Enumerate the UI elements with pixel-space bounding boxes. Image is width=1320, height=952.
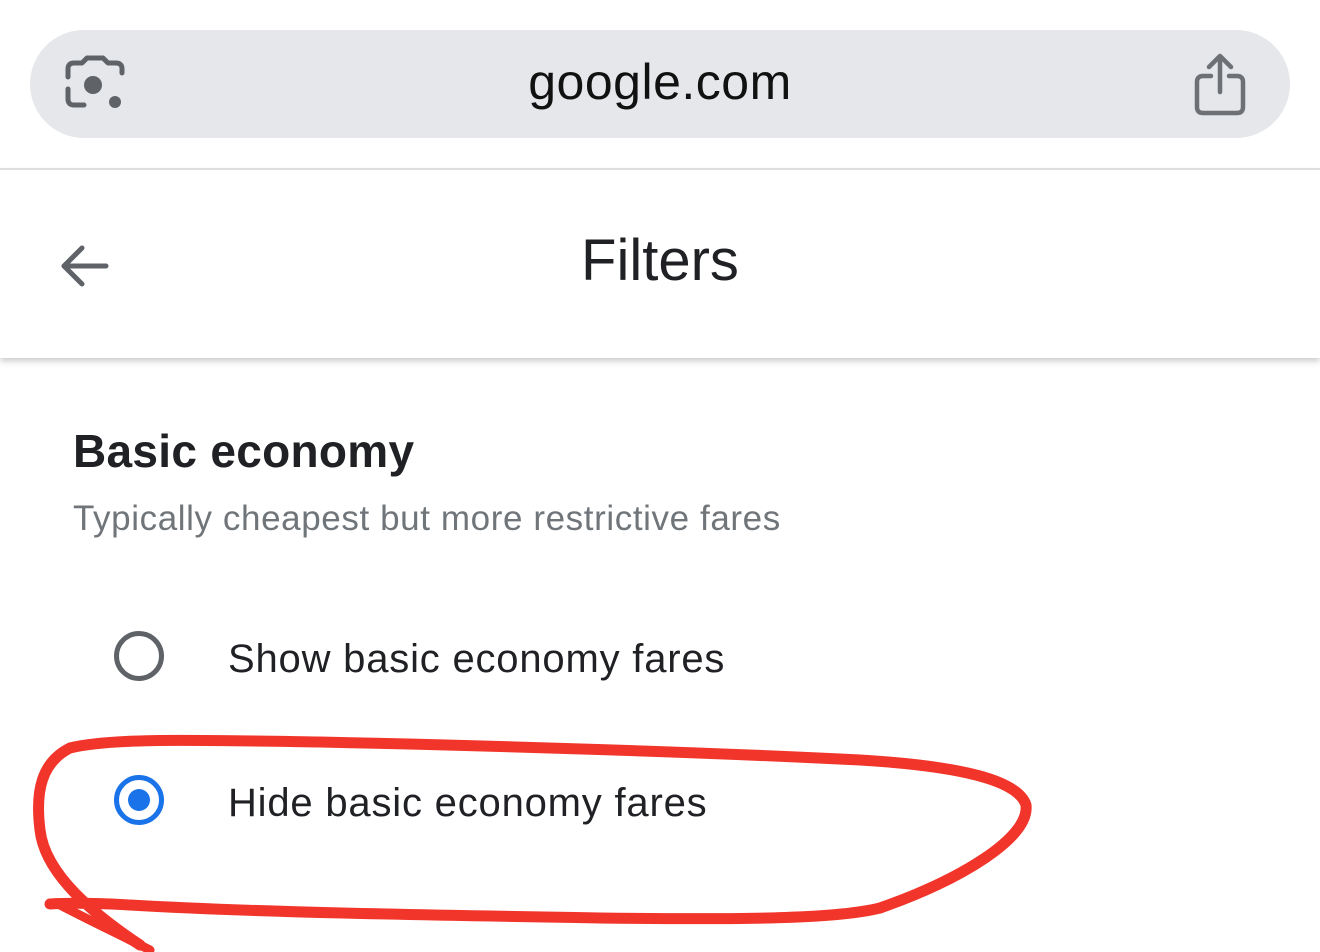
- radio-label: Hide basic economy fares: [228, 781, 708, 825]
- radio-selected-icon[interactable]: [114, 775, 164, 825]
- browser-toolbar: google.com: [0, 0, 1320, 170]
- share-icon[interactable]: [1193, 52, 1247, 116]
- radio-label: Show basic economy fares: [228, 637, 726, 681]
- url-text[interactable]: google.com: [0, 52, 1320, 112]
- section-subtitle: Typically cheapest but more restrictive …: [73, 499, 781, 538]
- show-basic-economy-option[interactable]: Show basic economy fares: [100, 612, 1040, 708]
- filters-header: Filters: [0, 170, 1320, 358]
- page: google.com Filters Basic economy Typical…: [0, 0, 1320, 952]
- radio-dot: [128, 789, 150, 811]
- page-title: Filters: [581, 228, 739, 293]
- radio-unselected-icon[interactable]: [114, 631, 164, 681]
- section-title: Basic economy: [73, 425, 415, 477]
- hide-basic-economy-option[interactable]: Hide basic economy fares: [100, 756, 1040, 852]
